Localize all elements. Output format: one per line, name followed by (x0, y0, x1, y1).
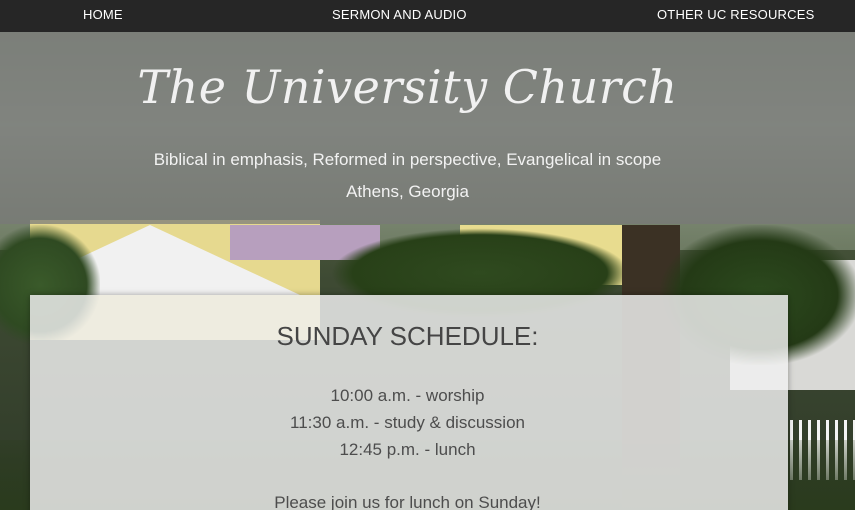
schedule-item-worship: 10:00 a.m. - worship (330, 386, 485, 405)
nav-home-link[interactable]: HOME (83, 7, 123, 22)
site-title: The University Church (137, 60, 678, 114)
top-nav: HOME SERMON AND AUDIO OTHER UC RESOURCES (0, 0, 855, 32)
site-tagline: Biblical in emphasis, Reformed in perspe… (153, 150, 662, 169)
site-header: The University Church Biblical in emphas… (0, 32, 855, 224)
schedule-heading: SUNDAY SCHEDULE: (276, 321, 539, 351)
lunch-invitation: Please join us for lunch on Sunday! (274, 493, 541, 510)
nav-other-resources-link[interactable]: OTHER UC RESOURCES (657, 7, 814, 22)
schedule-item-lunch: 12:45 p.m. - lunch (339, 440, 476, 459)
schedule-panel: SUNDAY SCHEDULE: 10:00 a.m. - worship 11… (30, 295, 788, 510)
nav-sermon-audio-link[interactable]: SERMON AND AUDIO (332, 7, 467, 22)
schedule-item-study: 11:30 a.m. - study & discussion (290, 413, 525, 432)
site-location: Athens, Georgia (346, 182, 469, 201)
